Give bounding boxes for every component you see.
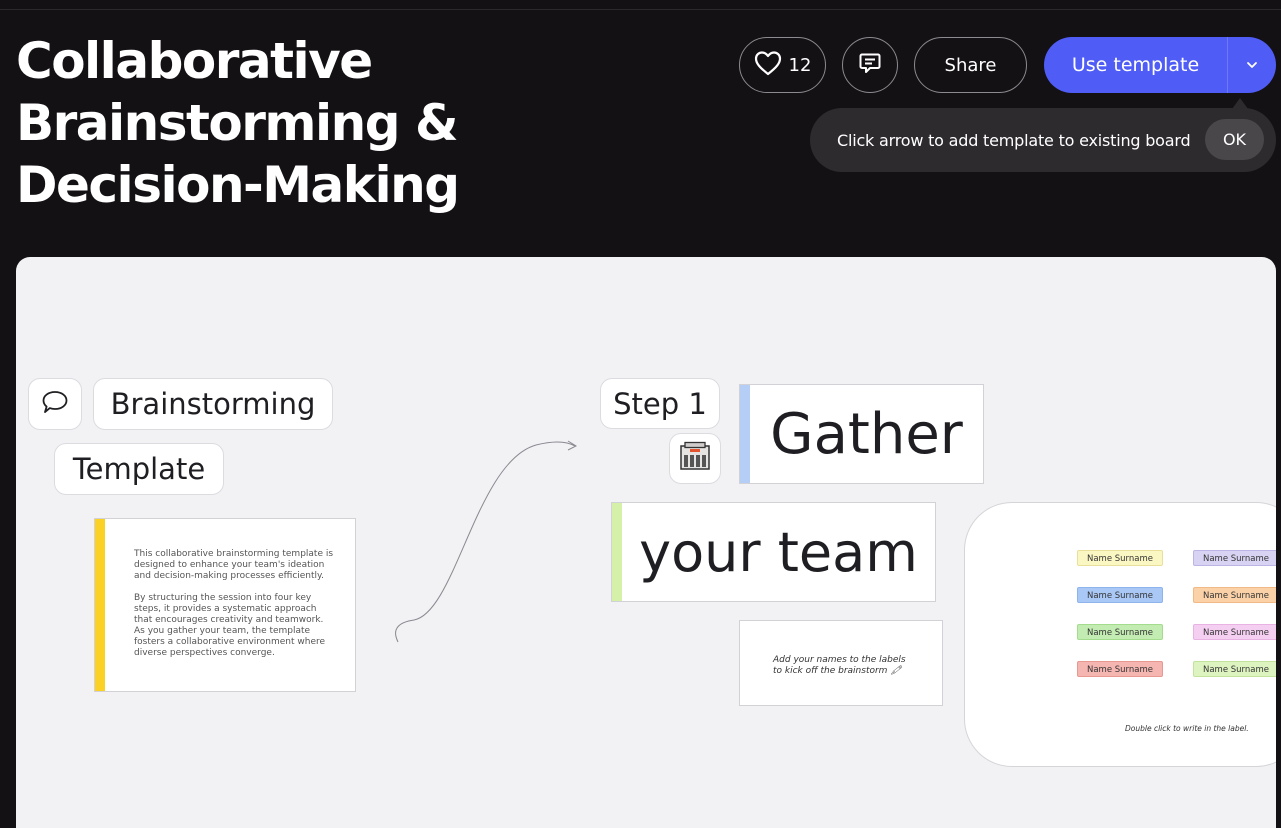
brainstorming-label: Brainstorming	[93, 378, 333, 430]
note-accent-bar	[95, 519, 105, 691]
description-note: This collaborative brainstorming templat…	[94, 518, 356, 692]
connector-arrow	[395, 440, 578, 643]
name-label[interactable]: Name Surname	[1193, 661, 1276, 677]
description-paragraph: This collaborative brainstorming templat…	[134, 549, 334, 581]
description-paragraph: By structuring the session into four key…	[134, 593, 326, 658]
name-label[interactable]: Name Surname	[1193, 550, 1276, 566]
name-label[interactable]: Name Surname	[1077, 661, 1163, 677]
name-label[interactable]: Name Surname	[1193, 624, 1276, 640]
heart-icon	[754, 50, 782, 81]
comment-button[interactable]	[842, 37, 898, 93]
instruction-note: Add your names to the labels to kick off…	[739, 620, 943, 706]
name-label[interactable]: Name Surname	[1077, 550, 1163, 566]
brainstorm-icon-card	[28, 378, 82, 430]
chevron-down-icon[interactable]	[1228, 61, 1276, 69]
template-label: Template	[54, 443, 224, 495]
tooltip-message: Click arrow to add template to existing …	[837, 131, 1191, 150]
tooltip: Click arrow to add template to existing …	[810, 108, 1276, 172]
page-title: Collaborative Brainstorming & Decision-M…	[16, 32, 460, 214]
instruction-text: Add your names to the labels to kick off…	[773, 655, 906, 676]
use-template-label[interactable]: Use template	[1044, 54, 1227, 76]
share-button[interactable]: Share	[914, 37, 1027, 93]
gather-note: Gather	[739, 384, 984, 484]
like-count: 12	[788, 54, 812, 76]
note-accent-bar	[612, 503, 622, 601]
your-team-text: your team	[639, 520, 918, 584]
your-team-note: your team	[611, 502, 936, 602]
step-label: Step 1	[600, 378, 720, 429]
speech-bubble-icon	[41, 389, 69, 420]
use-template-button[interactable]: Use template	[1044, 37, 1276, 93]
comment-icon	[858, 51, 882, 79]
name-label[interactable]: Name Surname	[1077, 624, 1163, 640]
double-click-hint: Double click to write in the label.	[1125, 724, 1249, 733]
building-icon	[678, 441, 712, 476]
gather-text: Gather	[770, 401, 963, 467]
name-label[interactable]: Name Surname	[1077, 587, 1163, 603]
name-label[interactable]: Name Surname	[1193, 587, 1276, 603]
description-text: This collaborative brainstorming templat…	[134, 549, 334, 659]
team-building-icon-card	[669, 433, 721, 484]
top-divider	[0, 9, 1281, 10]
template-preview-canvas[interactable]: Brainstorming Template This collaborativ…	[16, 257, 1276, 828]
name-labels-board: Name Surname Name Surname Name Surname N…	[964, 502, 1276, 767]
like-button[interactable]: 12	[739, 37, 826, 93]
note-accent-bar	[740, 385, 750, 483]
tooltip-ok-button[interactable]: OK	[1205, 119, 1264, 160]
